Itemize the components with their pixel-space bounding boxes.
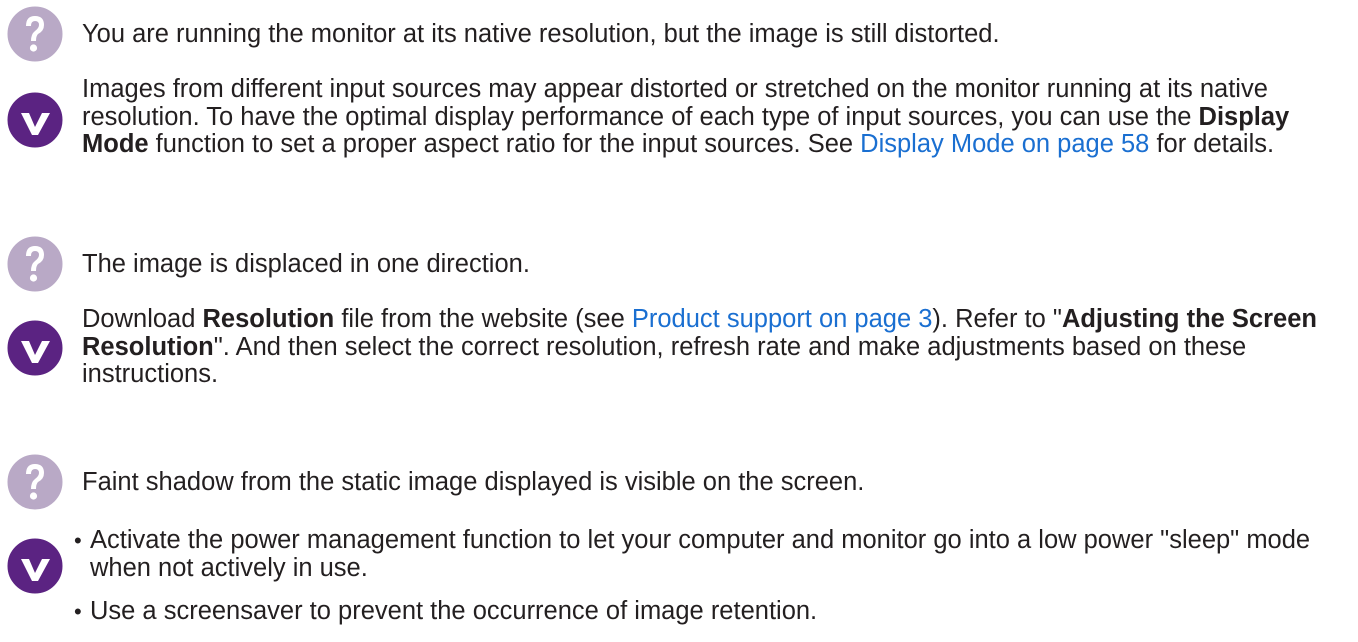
answer-text: Images from different input sources may … <box>82 75 1352 159</box>
check-icon <box>3 88 67 152</box>
resolution-term: Resolution <box>202 305 335 333</box>
question-text: You are running the monitor at its nativ… <box>82 20 1000 48</box>
question-text: Faint shadow from the static image displ… <box>82 468 865 496</box>
bullet-item: Use a screensaver to prevent the occurre… <box>74 597 1352 626</box>
check-icon <box>3 534 67 598</box>
answer-text-part: Images from different input sources may … <box>82 75 1268 131</box>
product-support-link[interactable]: Product support on page 3 <box>632 305 933 333</box>
question-icon <box>3 450 67 514</box>
display-mode-link[interactable]: Display Mode on page 58 <box>860 130 1149 158</box>
answer-bullets: Activate the power management function t… <box>74 526 1352 642</box>
question-icon <box>3 2 67 66</box>
question-icon <box>3 232 67 296</box>
answer-text-part: function to set a proper aspect ratio fo… <box>148 130 861 158</box>
check-icon <box>3 316 67 380</box>
answer-text: Download Resolution file from the websit… <box>82 305 1352 389</box>
answer-text-part: file from the website (see <box>334 305 632 333</box>
bullet-list: Activate the power management function t… <box>74 526 1352 626</box>
bullet-item: Activate the power management function t… <box>74 526 1352 582</box>
question-text: The image is displaced in one direction. <box>82 250 530 278</box>
answer-text-part: for details. <box>1149 130 1275 158</box>
answer-text-part: ). Refer to " <box>932 305 1062 333</box>
answer-text-part: ". And then select the correct resolutio… <box>82 332 1247 388</box>
answer-text-part: Download <box>82 305 203 333</box>
